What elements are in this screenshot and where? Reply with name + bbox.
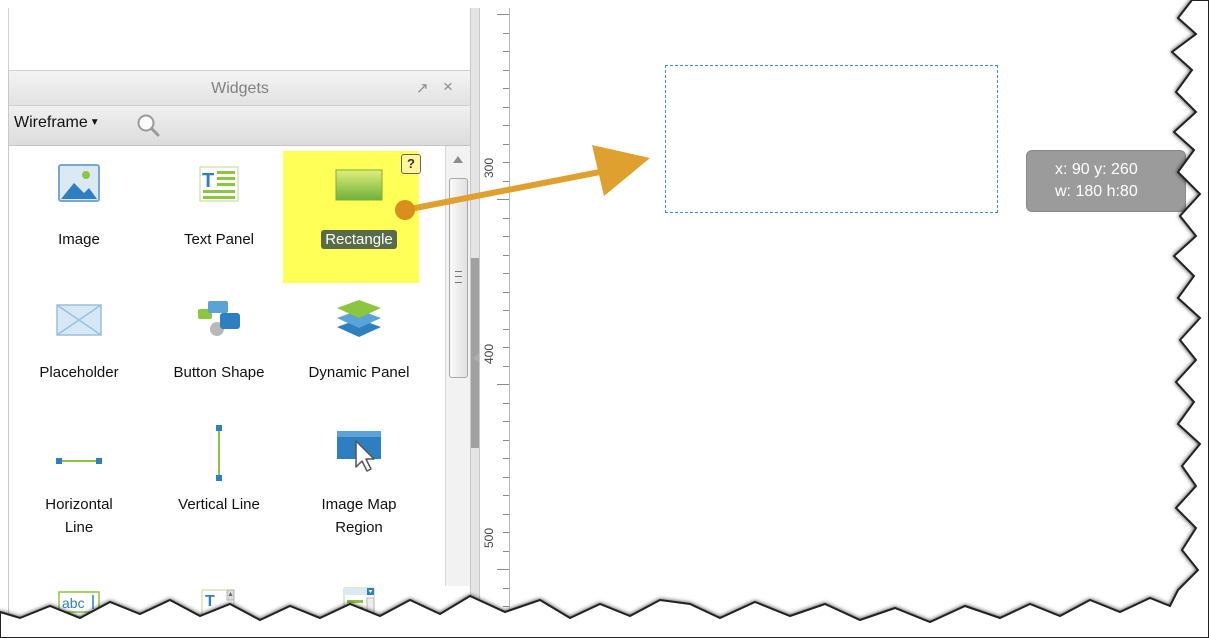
rectangle-icon [335, 169, 383, 201]
widget-grid: Image T Text Panel Rectangle ? Placehold… [9, 146, 445, 638]
widget-image-map-region[interactable]: Image Map Region [289, 431, 429, 541]
ruler-tick [503, 181, 509, 182]
ruler-tick [503, 162, 509, 163]
horizontal-line-icon [56, 458, 102, 464]
ruler-tick [503, 606, 509, 607]
widget-horizontal-line[interactable]: Horizontal Line [9, 431, 149, 541]
vertical-ruler: 300 400 500 [480, 8, 510, 638]
ruler-tick [503, 107, 509, 108]
ruler-tick [503, 514, 509, 515]
ruler-tick [503, 403, 509, 404]
image-map-region-icon [337, 431, 381, 472]
ruler-tick [503, 588, 509, 589]
help-badge[interactable]: ? [401, 154, 421, 174]
ruler-tick [503, 273, 509, 274]
ruler-tick [503, 33, 509, 34]
widget-dynamic-panel[interactable]: Dynamic Panel [289, 291, 429, 401]
library-dropdown-value: Wireframe [14, 114, 88, 131]
chevron-down-icon: ▼ [89, 117, 100, 128]
widget-label: Image [58, 231, 100, 248]
ruler-tick [497, 199, 509, 200]
coords-tooltip: x: 90 y: 260 w: 180 h:80 [1026, 150, 1186, 212]
magnifier-icon[interactable] [135, 112, 161, 138]
ruler-tick [503, 125, 509, 126]
widget-label-line1: Image Map [321, 496, 397, 513]
grip-icon [455, 271, 462, 283]
library-toolbar: Wireframe ▼ [9, 106, 471, 146]
ruler-tick [497, 384, 509, 385]
library-dropdown[interactable]: Wireframe ▼ [14, 114, 100, 132]
widget-label: Rectangle [321, 230, 397, 249]
scroll-thumb[interactable] [449, 178, 468, 378]
ruler-tick [503, 477, 509, 478]
placed-rectangle-widget[interactable] [665, 65, 998, 213]
text-area-sample: T [205, 593, 215, 610]
ruler-label-500: 500 [482, 527, 496, 548]
coords-tooltip-size: w: 180 h:80 [1055, 183, 1138, 200]
panel-title: Widgets [211, 80, 269, 97]
dynamic-panel-icon [337, 300, 381, 337]
text-area-icon: T [201, 589, 235, 621]
close-icon[interactable]: × [443, 77, 453, 97]
widget-text-area[interactable]: T [149, 576, 289, 638]
ruler-tick [503, 255, 509, 256]
widget-label: Dynamic Panel [308, 364, 410, 381]
widget-image[interactable]: Image [9, 156, 149, 266]
ruler-tick [503, 532, 509, 533]
text-field-sample: abc [62, 595, 85, 611]
placeholder-icon [56, 304, 102, 336]
text-panel-icon: T [199, 166, 239, 202]
ruler-tick [503, 347, 509, 348]
widget-droplist[interactable] [289, 576, 429, 638]
widget-label-line1: Horizontal [45, 496, 113, 513]
splitter-grip [471, 258, 479, 448]
widgets-panel-header: Widgets ↗ × [9, 70, 471, 106]
ruler-tick [503, 70, 509, 71]
ruler-tick [503, 625, 509, 626]
ruler-tick [503, 218, 509, 219]
widgets-panel: Widgets ↗ × Wireframe ▼ Image T Text Pan… [8, 70, 471, 638]
ruler-tick [503, 440, 509, 441]
image-icon [58, 164, 100, 202]
ruler-tick [503, 551, 509, 552]
ruler-tick [503, 310, 509, 311]
ruler-tick [497, 569, 509, 570]
widget-placeholder[interactable]: Placeholder [9, 291, 149, 401]
widget-text-field[interactable]: abc [9, 576, 149, 638]
vertical-line-icon [216, 425, 222, 481]
droplist-icon [343, 587, 375, 625]
widget-label-line2: Line [64, 519, 94, 536]
svg-text:T: T [202, 170, 214, 192]
pane-splitter[interactable] [470, 8, 480, 638]
ruler-label-300: 300 [482, 157, 496, 178]
ruler-tick [503, 292, 509, 293]
ruler-tick [503, 144, 509, 145]
widget-label: Button Shape [173, 364, 265, 381]
undock-arrow-icon[interactable]: ↗ [416, 79, 429, 97]
ruler-tick [503, 421, 509, 422]
ruler-tick [503, 458, 509, 459]
text-field-icon: abc [58, 591, 100, 613]
widget-text-panel[interactable]: T Text Panel [149, 156, 289, 266]
widgets-scrollbar[interactable] [445, 146, 471, 586]
ruler-tick [497, 14, 509, 15]
ruler-tick [503, 366, 509, 367]
ruler-label-400: 400 [482, 343, 496, 364]
widget-label: Text Panel [183, 231, 255, 248]
widget-label-line2: Region [335, 519, 383, 536]
scroll-up-arrow-icon[interactable] [453, 156, 463, 163]
ruler-tick [503, 329, 509, 330]
widget-label: Vertical Line [178, 496, 260, 513]
button-shape-icon [198, 301, 240, 336]
coords-tooltip-position: x: 90 y: 260 [1055, 161, 1138, 178]
ruler-tick [503, 495, 509, 496]
ruler-tick [503, 88, 509, 89]
widget-label: Placeholder [39, 364, 119, 381]
ruler-tick [503, 236, 509, 237]
widget-button-shape[interactable]: Button Shape [149, 291, 289, 401]
ruler-tick [503, 51, 509, 52]
widget-vertical-line[interactable]: Vertical Line [149, 425, 289, 541]
upper-pane [8, 8, 472, 70]
